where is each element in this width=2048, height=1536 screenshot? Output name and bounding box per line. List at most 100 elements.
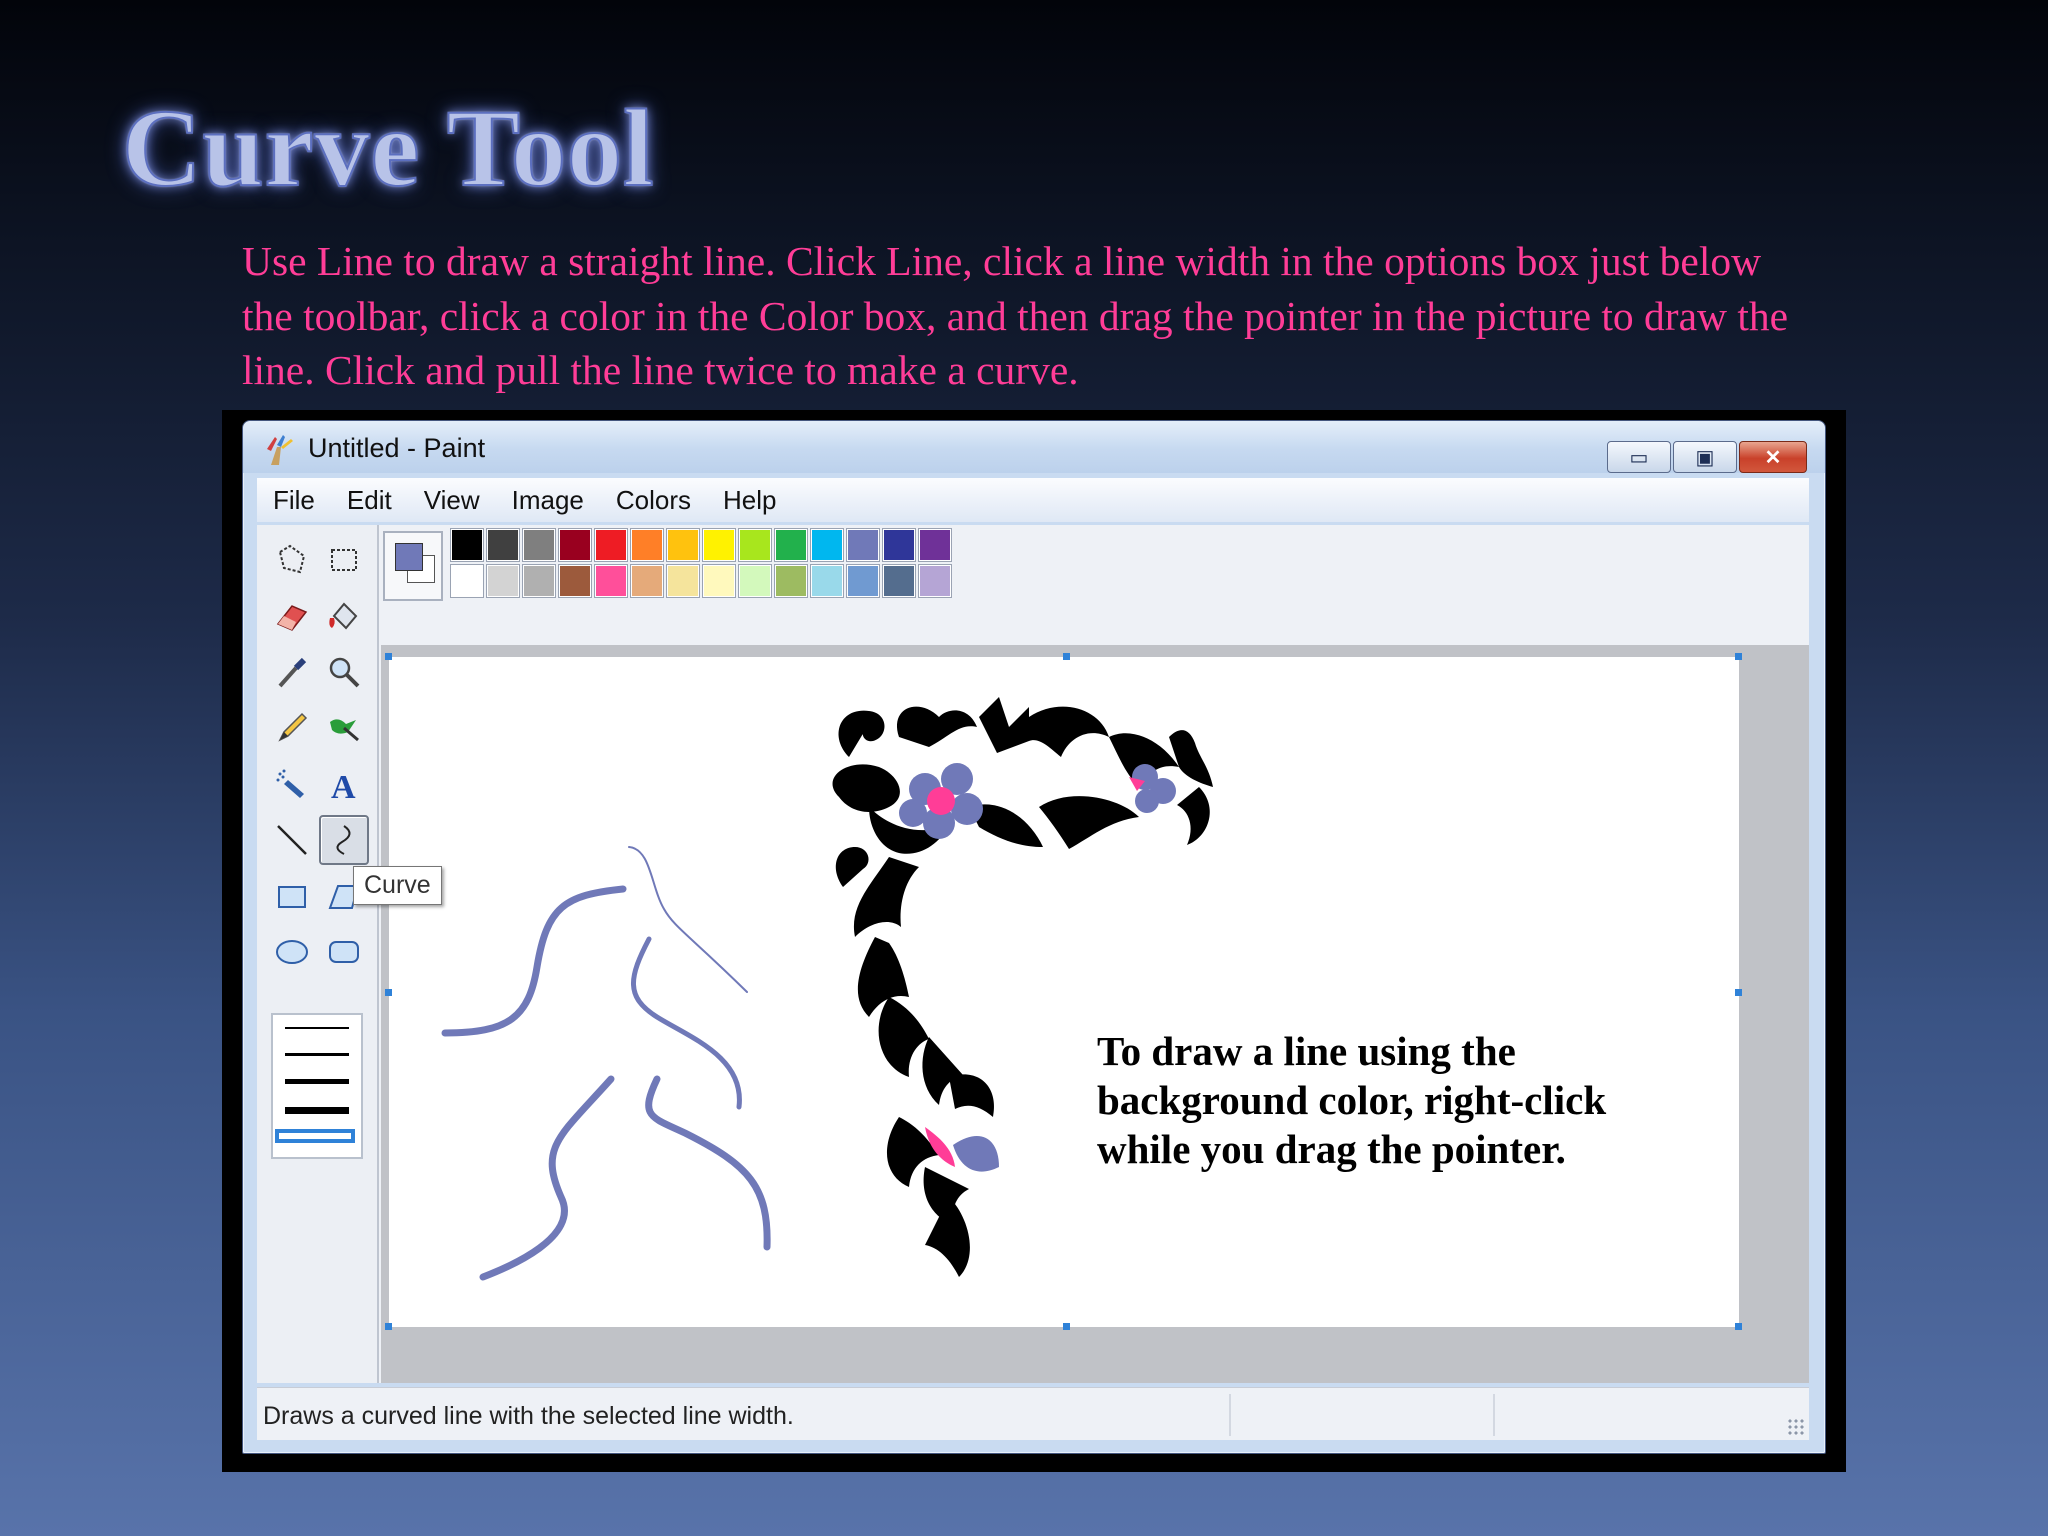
paint-app-icon [267,435,293,465]
eraser-icon [276,605,308,631]
line-width-1[interactable] [285,1027,349,1029]
menu-bar: File Edit View Image Colors Help [257,478,1809,522]
text-a-icon: A [331,769,356,802]
magnifier-tool[interactable] [321,649,367,695]
color-swatch[interactable] [810,564,844,598]
slide-body-text: Use Line to draw a straight line. Click … [242,238,1789,393]
line-width-2[interactable] [285,1053,349,1056]
color-swatch[interactable] [882,564,916,598]
resize-handle-right[interactable] [1735,989,1742,996]
brush-icon [330,719,359,742]
status-bar: Draws a curved line with the selected li… [257,1387,1809,1440]
color-swatch[interactable] [702,528,736,562]
menu-help[interactable]: Help [707,485,792,516]
resize-handle-left [385,989,392,996]
menu-file[interactable]: File [257,485,331,516]
menu-colors[interactable]: Colors [600,485,707,516]
curve-stroke-3 [631,936,742,1110]
color-swatch[interactable] [846,528,880,562]
menu-image[interactable]: Image [496,485,600,516]
airbrush-icon [276,769,304,798]
line-width-options [271,1013,363,1159]
color-swatch[interactable] [522,528,556,562]
text-tool[interactable]: A [321,761,367,807]
floral-ornament [832,697,1213,1277]
menu-edit[interactable]: Edit [331,485,408,516]
line-width-4[interactable] [285,1107,349,1114]
color-swatch[interactable] [774,564,808,598]
rectangle-icon [278,886,306,908]
color-swatch[interactable] [630,564,664,598]
brush-tool[interactable] [321,705,367,751]
resize-grip[interactable] [1787,1418,1805,1436]
rounded-rectangle-tool[interactable] [321,929,367,975]
pick-color-tool[interactable] [269,649,315,695]
line-icon [277,825,307,855]
line-width-5-selected[interactable] [275,1129,355,1143]
airbrush-tool[interactable] [269,761,315,807]
eyedropper-icon [278,657,307,688]
toolbox: A [257,525,379,1383]
color-swatch[interactable] [774,528,808,562]
color-swatch[interactable] [594,564,628,598]
select-tool[interactable] [321,537,367,583]
ellipse-tool[interactable] [269,929,315,975]
resize-handle-bottom[interactable] [1063,1323,1070,1330]
color-swatch[interactable] [558,564,592,598]
curve-stroke-2 [628,846,748,993]
window-controls: ▭ ▣ ✕ [1605,441,1807,473]
paint-client-area: A To draw a line using the background co… [257,525,1809,1383]
color-swatch[interactable] [486,564,520,598]
resize-handle-bottom-right[interactable] [1735,1323,1742,1330]
rectangle-tool[interactable] [269,873,315,919]
curve-stroke-5 [645,1075,771,1251]
color-swatch[interactable] [630,528,664,562]
paint-bucket-icon [329,602,358,630]
free-form-select-tool[interactable] [269,537,315,583]
menu-view[interactable]: View [408,485,496,516]
color-swatch[interactable] [486,528,520,562]
color-swatch[interactable] [738,564,772,598]
status-cell-position [1229,1394,1493,1436]
ellipse-icon [276,940,308,964]
color-swatch[interactable] [702,564,736,598]
eraser-tool[interactable] [269,593,315,639]
status-text: Draws a curved line with the selected li… [263,1402,794,1430]
color-swatch[interactable] [558,528,592,562]
color-swatch[interactable] [450,528,484,562]
minimize-button[interactable]: ▭ [1607,441,1671,473]
line-tool[interactable] [269,817,315,863]
line-width-3[interactable] [285,1079,349,1084]
resize-handle-top-right [1735,653,1742,660]
curve-stroke-4 [479,1075,615,1281]
close-button[interactable]: ✕ [1739,441,1807,473]
color-swatch[interactable] [666,528,700,562]
fill-with-color-tool[interactable] [321,593,367,639]
color-swatch[interactable] [738,528,772,562]
drawing-canvas[interactable]: To draw a line using the background colo… [389,657,1739,1327]
slide-title: Curve Tool [121,87,655,210]
curve-icon [336,825,351,855]
select-icon [331,549,357,571]
color-swatch[interactable] [594,528,628,562]
color-swatch[interactable] [450,564,484,598]
color-swatch[interactable] [882,528,916,562]
rounded-rectangle-icon [329,941,359,963]
curve-tool[interactable] [319,815,369,865]
foreground-color[interactable] [395,543,423,571]
color-swatch[interactable] [918,528,952,562]
maximize-button[interactable]: ▣ [1673,441,1737,473]
window-title: Untitled - Paint [308,433,486,463]
drawn-curves [441,697,1213,1281]
curve-stroke-1 [441,885,627,1037]
magnifier-icon [329,657,360,688]
pencil-tool[interactable] [269,705,315,751]
color-swatch[interactable] [846,564,880,598]
color-swatch[interactable] [666,564,700,598]
pencil-icon [278,712,308,742]
resize-handle-top [1063,653,1070,660]
color-swatch[interactable] [810,528,844,562]
color-swatch[interactable] [522,564,556,598]
title-bar[interactable]: Untitled - Paint ▭ ▣ ✕ [243,421,1825,473]
color-swatch[interactable] [918,564,952,598]
